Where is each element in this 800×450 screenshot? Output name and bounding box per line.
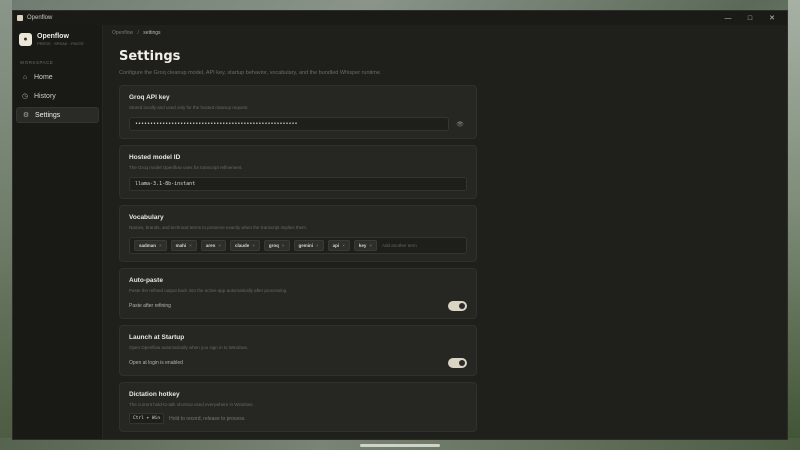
launch-startup-toggle[interactable]	[448, 358, 467, 368]
brand: ● Openflow PRESS · SPEAK · PASTE	[16, 31, 99, 56]
remove-icon[interactable]: ×	[316, 243, 319, 248]
vocabulary-tag: gemini ×	[293, 240, 324, 251]
tag-label: claude	[234, 243, 250, 248]
card-title: Dictation hotkey	[129, 391, 180, 398]
clock-icon: ◷	[21, 93, 29, 100]
vocabulary-tag: aren ×	[200, 240, 226, 251]
main-content: Openflow / settings Settings Configure t…	[103, 25, 787, 439]
gear-icon: ⚙	[22, 112, 30, 119]
card-title: Auto-paste	[129, 277, 163, 284]
sidebar-item-history[interactable]: ◷ History	[16, 88, 99, 104]
app-icon	[17, 15, 23, 21]
auto-paste-toggle[interactable]	[448, 301, 467, 311]
openflow-logo-icon: ●	[19, 33, 32, 46]
taskbar-handle	[360, 444, 440, 447]
card-api-key: Groq API key Stored locally and used onl…	[119, 85, 477, 139]
tag-label: groq	[268, 243, 279, 248]
toggle-knob	[459, 360, 465, 366]
remove-icon[interactable]: ×	[159, 243, 162, 248]
vocabulary-tag: groq ×	[263, 240, 290, 251]
api-key-input[interactable]: ••••••••••••••••••••••••••••••••••••••••…	[129, 117, 449, 131]
add-term-input[interactable]: Add another term	[382, 243, 417, 248]
section-label-workspace: WORKSPACE	[20, 60, 54, 65]
desktop-wallpaper-right	[788, 0, 800, 450]
remove-icon[interactable]: ×	[369, 243, 372, 248]
breadcrumb-current: settings	[143, 30, 161, 36]
sidebar-item-label: History	[34, 92, 56, 100]
card-description: Names, brands, and technical terms to pr…	[129, 225, 308, 230]
remove-icon[interactable]: ×	[252, 243, 255, 248]
page-description: Configure the Groq cleanup model, API ke…	[119, 70, 382, 76]
vocabulary-tag-input[interactable]: sadman × mahi × aren × claude × groq × gemini…	[129, 237, 467, 254]
card-description: The current hold-to-talk shortcut used e…	[129, 402, 254, 407]
sidebar-item-label: Home	[34, 73, 53, 81]
breadcrumb-separator: /	[137, 30, 139, 36]
page-title: Settings	[119, 49, 181, 64]
tag-label: key	[358, 243, 367, 248]
sidebar: ● Openflow PRESS · SPEAK · PASTE WORKSPA…	[13, 25, 103, 439]
toggle-label: Paste after refining	[129, 303, 171, 309]
vocabulary-tag: mahi ×	[170, 240, 197, 251]
sidebar-item-settings[interactable]: ⚙ Settings	[16, 107, 99, 123]
close-button[interactable]: ✕	[761, 11, 783, 25]
card-auto-paste: Auto-paste Paste the refined output back…	[119, 268, 477, 319]
vocabulary-tag: api ×	[327, 240, 350, 251]
tag-label: aren	[205, 243, 216, 248]
hotkey-hint: Hold to record, release to process.	[169, 415, 246, 422]
tag-label: gemini	[298, 243, 314, 248]
brand-name: Openflow	[37, 33, 69, 40]
model-id-input[interactable]: llama-3.1-8b-instant	[129, 177, 467, 191]
card-dictation-hotkey: Dictation hotkey The current hold-to-tal…	[119, 382, 477, 432]
minimize-button[interactable]: —	[717, 11, 739, 25]
card-description: Open Openflow automatically when you sig…	[129, 345, 249, 350]
sidebar-item-label: Settings	[35, 111, 61, 119]
card-title: Hosted model ID	[129, 154, 181, 161]
brand-tagline: PRESS · SPEAK · PASTE	[37, 41, 84, 46]
app-window: Openflow — □ ✕ ● Openflow PRESS · SPEAK …	[12, 10, 788, 440]
card-title: Groq API key	[129, 94, 170, 101]
maximize-button[interactable]: □	[739, 11, 761, 25]
remove-icon[interactable]: ×	[189, 243, 192, 248]
card-description: The Groq model Openflow uses for transcr…	[129, 165, 243, 170]
breadcrumb: Openflow / settings	[103, 30, 787, 36]
home-icon: ⌂	[22, 73, 28, 81]
hotkey-keys[interactable]: Ctrl + Win	[129, 413, 165, 424]
card-title: Vocabulary	[129, 214, 164, 221]
remove-icon[interactable]: ×	[218, 243, 221, 248]
tag-label: sadman	[139, 243, 157, 248]
sidebar-item-home[interactable]: ⌂ Home	[16, 69, 99, 85]
tag-label: api	[332, 243, 340, 248]
vocabulary-tag: sadman ×	[134, 240, 167, 251]
vocabulary-tag: claude ×	[229, 240, 260, 251]
remove-icon[interactable]: ×	[282, 243, 285, 248]
card-vocabulary: Vocabulary Names, brands, and technical …	[119, 205, 477, 262]
card-model-id: Hosted model ID The Groq model Openflow …	[119, 145, 477, 199]
window-title: Openflow	[27, 15, 53, 21]
toggle-label: Open at login is enabled	[129, 360, 183, 366]
toggle-knob	[459, 303, 465, 309]
card-description: Paste the refined output back into the a…	[129, 288, 288, 293]
vocabulary-tag: key ×	[353, 240, 377, 251]
remove-icon[interactable]: ×	[342, 243, 345, 248]
desktop-wallpaper-left	[0, 0, 12, 450]
title-bar: Openflow — □ ✕	[13, 11, 787, 25]
card-launch-startup: Launch at Startup Open Openflow automati…	[119, 325, 477, 376]
breadcrumb-root[interactable]: Openflow	[112, 30, 133, 36]
card-title: Launch at Startup	[129, 334, 185, 341]
eye-icon[interactable]: 👁	[453, 117, 467, 131]
tag-label: mahi	[175, 243, 187, 248]
